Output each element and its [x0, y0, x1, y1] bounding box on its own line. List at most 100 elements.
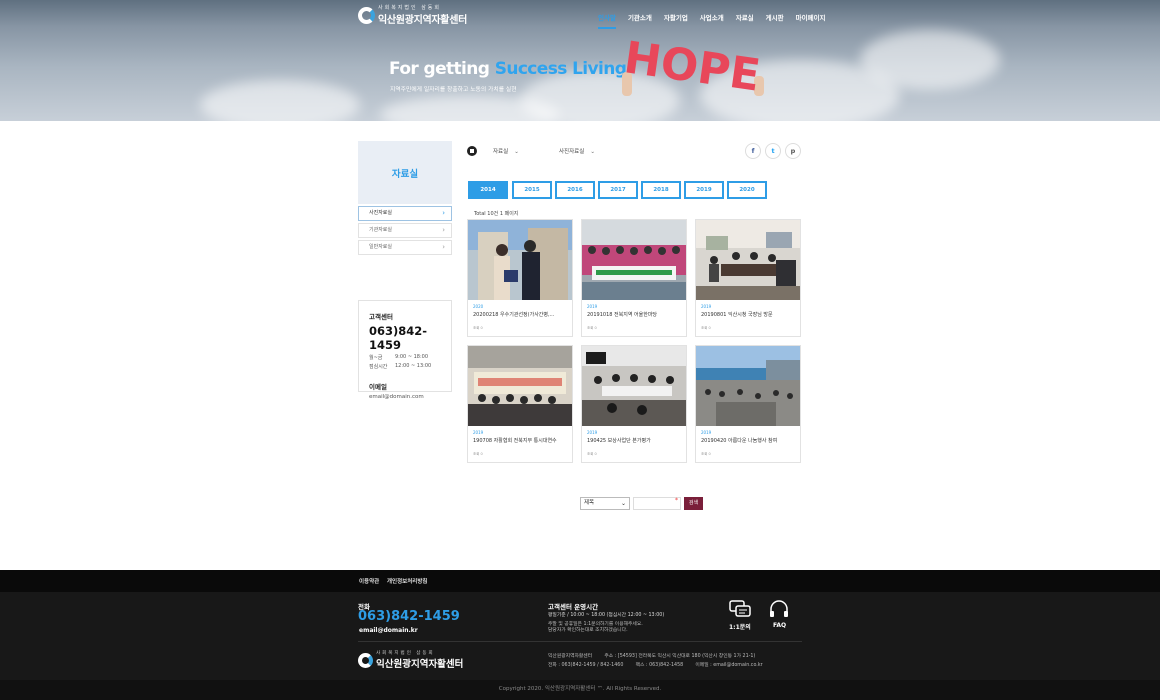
- chevron-down-icon: ⌄: [590, 149, 595, 155]
- slogan-blue: Success Living: [494, 59, 627, 79]
- page: 사회복지법인 삼동회 익산원광지역자활센터 인사말 기관소개 자활기업 사업소개…: [0, 0, 1160, 700]
- headset-icon[interactable]: [768, 600, 790, 620]
- sidebar-item-label: 사진자료실: [369, 210, 393, 216]
- cs-title: 고객센터: [369, 313, 393, 321]
- sidebar-item-label: 일반자료실: [369, 244, 393, 250]
- chevron-down-icon: ⌄: [620, 500, 626, 507]
- footer-logo-title: 익산원광지역자활센터: [376, 659, 464, 670]
- year-tab-2019[interactable]: 2019: [684, 181, 724, 199]
- year-tab-2018[interactable]: 2018: [641, 181, 681, 199]
- nav-item-mypage[interactable]: 마이페이지: [796, 12, 826, 29]
- breadcrumb-level1-label: 자료실: [493, 149, 509, 155]
- footer-notice-2: 담당자가 확인하는대로 조치하겠습니다.: [548, 628, 628, 633]
- hope-letters: HOPE: [622, 36, 763, 96]
- faq-label[interactable]: FAQ: [773, 622, 786, 629]
- gallery-photo: [468, 220, 572, 300]
- chevron-down-icon: ⌄: [514, 149, 519, 155]
- card-title: 20190801 익산시청 국장님 방문: [701, 312, 773, 318]
- year-tab-2020[interactable]: 2020: [727, 181, 767, 199]
- total-count: Total 10건 1 페이지: [474, 211, 519, 217]
- site-logo[interactable]: 사회복지법인 삼동회 익산원광지역자활센터: [358, 4, 467, 26]
- year-tab-2016[interactable]: 2016: [555, 181, 595, 199]
- gallery-card[interactable]: 2019 20191018 전북지역 어울한마당 조회 0: [581, 219, 687, 337]
- print-button[interactable]: p: [785, 143, 801, 159]
- gallery-card[interactable]: 2020 20200218 우수기관선정(가사간병,... 조회 0: [467, 219, 573, 337]
- sidebar-item-photo[interactable]: 사진자료실 ›: [358, 206, 452, 221]
- card-year: 2019: [587, 430, 598, 435]
- nav-item-board[interactable]: 게시판: [766, 12, 784, 29]
- copyright: Copyright 2020. 익산원광지역자활센터 ™. All Rights…: [0, 680, 1160, 700]
- search-button[interactable]: 검색: [684, 497, 703, 510]
- qna-label[interactable]: 1:1문의: [729, 622, 751, 631]
- footer-links-bar: 이용약관 개인정보처리방침: [0, 570, 1160, 592]
- card-views: 조회 0: [587, 452, 597, 456]
- breadcrumb-level2-label: 사진자료실: [559, 149, 585, 155]
- twitter-icon: t: [771, 147, 775, 155]
- main-navigation: 인사말 기관소개 자활기업 사업소개 자료실 게시판 마이페이지: [598, 12, 838, 29]
- sidebar-item-general[interactable]: 일반자료실 ›: [358, 240, 452, 255]
- cs-hours-key: 월~금: [369, 355, 383, 361]
- hero-banner: 사회복지법인 삼동회 익산원광지역자활센터 인사말 기관소개 자활기업 사업소개…: [0, 0, 1160, 121]
- home-icon[interactable]: [467, 146, 477, 156]
- gallery-card[interactable]: 2019 190425 보상사업단 본가평가 조회 0: [581, 345, 687, 463]
- footer-link-terms[interactable]: 이용약관: [359, 577, 379, 585]
- card-year: 2019: [701, 430, 712, 435]
- gallery-photo: [582, 346, 686, 426]
- card-year: 2019: [587, 304, 598, 309]
- cs-lunch-row: 점심시간 12:00 ~ 13:00: [369, 363, 441, 370]
- card-views: 조회 0: [587, 326, 597, 330]
- card-title: 20200218 우수기관선정(가사간병,...: [473, 312, 555, 318]
- hero-subtitle: 지역주민에게 일자리를 창출하고 노동의 가치를 실현: [390, 87, 517, 93]
- facebook-icon: f: [751, 147, 755, 155]
- breadcrumb-level2[interactable]: 사진자료실 ⌄: [559, 147, 595, 155]
- logo-mark-icon: [358, 652, 373, 668]
- card-views: 조회 0: [473, 326, 483, 330]
- cs-phone: 063)842-1459: [369, 324, 428, 352]
- gallery-photo: [582, 220, 686, 300]
- footer-divider: [358, 641, 802, 642]
- facebook-share-button[interactable]: f: [745, 143, 761, 159]
- cs-hours-value: 9:00 ~ 18:00: [395, 354, 429, 360]
- customer-center-box: 고객센터 063)842-1459 월~금 9:00 ~ 18:00 점심시간 12…: [358, 300, 452, 400]
- sidebar-item-institution[interactable]: 기관자료실 ›: [358, 223, 452, 238]
- gallery-photo: [696, 220, 800, 300]
- chevron-right-icon: ›: [442, 209, 445, 217]
- card-title: 20191018 전북지역 어울한마당: [587, 312, 658, 318]
- gallery-card[interactable]: 2019 20190420 아름다운 나눔행사 참여 조회 0: [695, 345, 801, 463]
- cs-lunch-key: 점심시간: [369, 364, 388, 370]
- card-year: 2019: [473, 430, 484, 435]
- year-tab-2014[interactable]: 2014: [468, 181, 508, 199]
- gallery-card[interactable]: 2019 190708 자활협회 전북지부 통시대연수 조회 0: [467, 345, 573, 463]
- chat-icon[interactable]: [729, 600, 751, 620]
- nav-item-business[interactable]: 사업소개: [700, 12, 724, 29]
- gallery-card[interactable]: 2019 20190801 익산시청 국장님 방문 조회 0: [695, 219, 801, 337]
- year-tab-2015[interactable]: 2015: [512, 181, 552, 199]
- footer-email: email@domain.kr: [359, 627, 418, 634]
- nav-item-greeting[interactable]: 인사말: [598, 12, 616, 29]
- print-icon: p: [790, 147, 796, 155]
- logo-mark-icon: [358, 6, 375, 24]
- chevron-right-icon: ›: [442, 226, 445, 234]
- cs-email-title: 이메일: [369, 383, 387, 391]
- search-input[interactable]: *: [633, 497, 681, 510]
- card-year: 2020: [473, 304, 484, 309]
- twitter-share-button[interactable]: t: [765, 143, 781, 159]
- card-title: 190708 자활협회 전북지부 통시대연수: [473, 438, 557, 444]
- breadcrumb-level1[interactable]: 자료실 ⌄: [493, 147, 519, 155]
- search-field-select[interactable]: 제목 ⌄: [580, 497, 630, 510]
- nav-item-about[interactable]: 기관소개: [628, 12, 652, 29]
- cs-hours-row: 월~금 9:00 ~ 18:00: [369, 354, 441, 361]
- card-title: 190425 보상사업단 본가평가: [587, 438, 651, 444]
- year-tab-2017[interactable]: 2017: [598, 181, 638, 199]
- footer-phone: 063)842-1459: [358, 609, 460, 624]
- footer-link-privacy[interactable]: 개인정보처리방침: [387, 577, 427, 585]
- gallery-photo: [468, 346, 572, 426]
- search-field-value: 제목: [584, 500, 595, 506]
- nav-item-archive[interactable]: 자료실: [736, 12, 754, 29]
- nav-item-enterprise[interactable]: 자활기업: [664, 12, 688, 29]
- sidebar-title: 자료실: [358, 141, 452, 204]
- footer-info-address: 익산원광지역자활센터 주소 : [54593] 전라북도 익산시 익산대로 18…: [548, 654, 756, 659]
- card-views: 조회 0: [473, 452, 483, 456]
- card-views: 조회 0: [701, 452, 711, 456]
- footer-logo[interactable]: 사회복지법인 삼동회 익산원광지역자활센터: [358, 650, 463, 670]
